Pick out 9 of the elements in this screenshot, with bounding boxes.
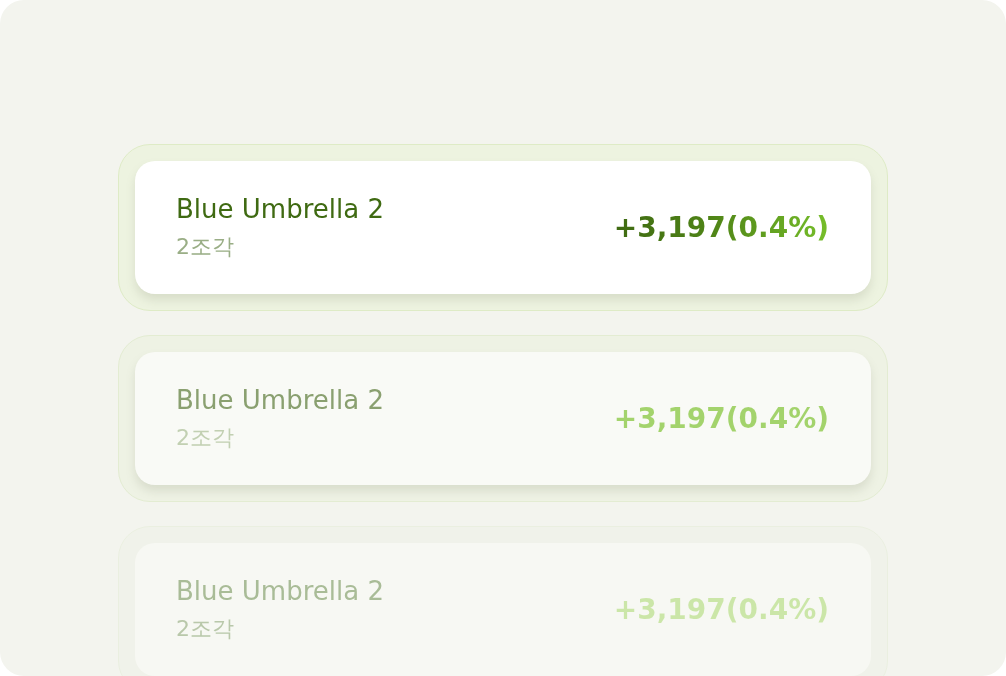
list-card[interactable]: Blue Umbrella 2 2조각 +3,197(0.4%) xyxy=(135,161,871,294)
list-card[interactable]: Blue Umbrella 2 2조각 +3,197(0.4%) xyxy=(135,352,871,485)
list-card[interactable]: Blue Umbrella 2 2조각 +3,197(0.4%) xyxy=(135,543,871,676)
item-title: Blue Umbrella 2 xyxy=(176,575,384,606)
item-subtitle: 2조각 xyxy=(176,232,235,261)
item-title: Blue Umbrella 2 xyxy=(176,384,384,415)
item-subtitle: 2조각 xyxy=(176,614,235,643)
item-title: Blue Umbrella 2 xyxy=(176,193,384,224)
item-subtitle: 2조각 xyxy=(176,423,235,452)
